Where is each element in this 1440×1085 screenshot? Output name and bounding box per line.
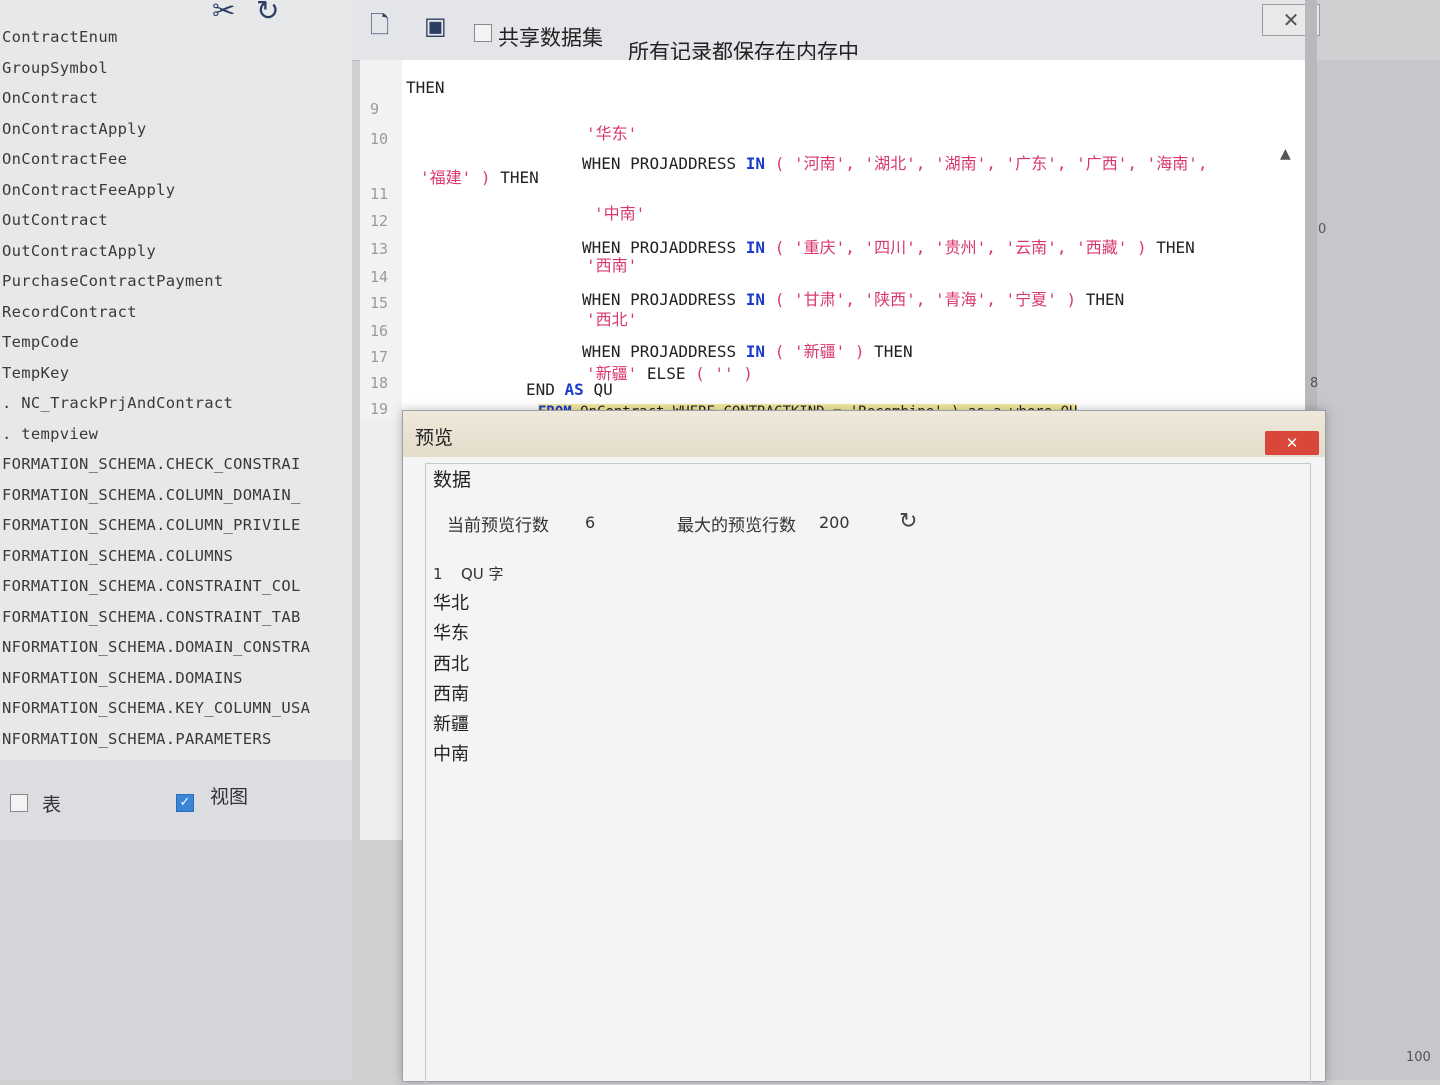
- column-name: QU 字: [461, 565, 504, 583]
- line-number: 9: [370, 100, 380, 118]
- preview-table: 1 QU 字 华北 华东 西北 西南 新疆 中南: [433, 559, 504, 771]
- dialog-close-button[interactable]: ✕: [1265, 431, 1319, 455]
- object-list-item[interactable]: NFORMATION_SCHEMA.DOMAINS: [0, 663, 310, 694]
- object-list-item[interactable]: OnContract: [0, 83, 310, 114]
- column-header[interactable]: 1 QU 字: [433, 559, 504, 589]
- object-list-item[interactable]: TempKey: [0, 358, 310, 389]
- object-list-item[interactable]: FORMATION_SCHEMA.CONSTRAINT_TAB: [0, 602, 310, 633]
- object-list-item[interactable]: . tempview: [0, 419, 310, 450]
- line-number: 11: [370, 185, 389, 203]
- line-number: 19: [370, 400, 389, 418]
- right-panel: [1312, 60, 1440, 1080]
- results-area: [360, 420, 408, 840]
- scroll-up-icon[interactable]: ▲: [1280, 146, 1291, 162]
- object-list: ContractEnum GroupSymbol OnContract OnContr…: [0, 22, 310, 754]
- page-icon[interactable]: 🗋: [370, 8, 389, 49]
- left-lower-area: [0, 840, 352, 1080]
- max-rows-label: 最大的预览行数: [677, 516, 796, 536]
- line-number: 17: [370, 348, 389, 366]
- object-list-item[interactable]: OutContract: [0, 205, 310, 236]
- table-row[interactable]: 华东: [433, 619, 504, 649]
- side-value: 100: [1406, 1050, 1431, 1065]
- code-line-xinjiang: WHEN PROJADDRESS IN ( '新疆' ) THEN: [582, 342, 913, 361]
- line-number: 15: [370, 294, 389, 312]
- current-rows-label: 当前预览行数: [447, 516, 549, 536]
- object-filter-bar: 表 ✓ 视图: [0, 760, 352, 840]
- object-list-item[interactable]: NFORMATION_SCHEMA.PARAMETERS: [0, 724, 310, 755]
- code-then: THEN: [406, 78, 445, 97]
- line-number: 12: [370, 212, 389, 230]
- line-number: 13: [370, 240, 389, 258]
- data-group-box: [425, 463, 1311, 1085]
- line-number: 14: [370, 268, 389, 286]
- object-list-item[interactable]: NFORMATION_SCHEMA.KEY_COLUMN_USA: [0, 693, 310, 724]
- code-region-xinan: '西南': [586, 256, 638, 275]
- share-dataset-checkbox[interactable]: [474, 24, 492, 42]
- side-value: 0: [1318, 222, 1327, 237]
- object-list-item[interactable]: RecordContract: [0, 297, 310, 328]
- table-row[interactable]: 西北: [433, 650, 504, 680]
- table-row[interactable]: 华北: [433, 589, 504, 619]
- line-number: 18: [370, 374, 389, 392]
- share-dataset-label: 共享数据集: [498, 26, 603, 50]
- code-line-xibei: WHEN PROJADDRESS IN ( '甘肃', '陕西', '青海', …: [582, 290, 1125, 309]
- object-list-item[interactable]: . NC_TrackPrjAndContract: [0, 388, 310, 419]
- sql-editor[interactable]: 9 10 11 12 13 14 15 16 17 18 19 THEN '华东…: [360, 60, 1305, 420]
- object-list-item[interactable]: OutContractApply: [0, 236, 310, 267]
- code-region-xibei: '西北': [586, 310, 638, 329]
- line-number: 10: [370, 130, 389, 148]
- object-list-item[interactable]: NFORMATION_SCHEMA.DOMAIN_CONSTRA: [0, 632, 310, 663]
- table-row[interactable]: 中南: [433, 740, 504, 770]
- object-list-panel: ContractEnum GroupSymbol OnContract OnContr…: [0, 0, 352, 760]
- preview-dialog: 预览 ✕ 数据 当前预览行数 6 最大的预览行数 200 ↻ 1 QU 字 华北华…: [402, 410, 1326, 1085]
- column-index: 1: [433, 565, 443, 583]
- view-filter-checkbox[interactable]: ✓: [176, 794, 194, 812]
- dialog-title: 预览: [415, 427, 454, 449]
- view-filter-label: 视图: [210, 786, 249, 808]
- code-region-zhongnan: '中南': [594, 204, 646, 223]
- table-row[interactable]: 新疆: [433, 710, 504, 740]
- code-region-huadong: '华东': [586, 124, 638, 143]
- object-list-item[interactable]: OnContractFee: [0, 144, 310, 175]
- data-heading: 数据: [433, 469, 472, 491]
- code-line-zhongnan: WHEN PROJADDRESS IN ( '河南', '湖北', '湖南', …: [582, 154, 1208, 173]
- max-rows-input[interactable]: 200: [819, 513, 850, 532]
- save-icon[interactable]: ▣: [424, 12, 447, 40]
- object-list-item[interactable]: GroupSymbol: [0, 53, 310, 84]
- table-filter-checkbox[interactable]: [10, 794, 28, 812]
- current-rows-value: 6: [585, 513, 596, 532]
- main-toolbar: ✂ ↻ 🗋 ▣ 共享数据集 所有记录都保存在内存中 ▾: [212, 0, 1312, 72]
- object-list-item[interactable]: TempCode: [0, 327, 310, 358]
- object-list-item[interactable]: FORMATION_SCHEMA.CONSTRAINT_COL: [0, 571, 310, 602]
- refresh-icon[interactable]: ↻: [256, 0, 279, 27]
- dialog-titlebar[interactable]: 预览 ✕: [403, 411, 1325, 457]
- object-list-item[interactable]: OnContractApply: [0, 114, 310, 145]
- code-line-xinan: WHEN PROJADDRESS IN ( '重庆', '四川', '贵州', …: [582, 238, 1195, 257]
- code-line-end: END AS QU: [526, 380, 613, 399]
- code-line-fujian: '福建' ) THEN: [420, 168, 539, 187]
- refresh-icon[interactable]: ↻: [899, 509, 917, 534]
- object-list-item[interactable]: OnContractFeeApply: [0, 175, 310, 206]
- line-number: 16: [370, 322, 389, 340]
- side-value: 8: [1310, 376, 1319, 391]
- object-list-item[interactable]: FORMATION_SCHEMA.COLUMNS: [0, 541, 310, 572]
- cut-icon[interactable]: ✂: [212, 0, 235, 27]
- object-list-item[interactable]: PurchaseContractPayment: [0, 266, 310, 297]
- table-filter-label: 表: [42, 794, 62, 816]
- object-list-item[interactable]: FORMATION_SCHEMA.COLUMN_DOMAIN_: [0, 480, 310, 511]
- table-row[interactable]: 西南: [433, 680, 504, 710]
- object-list-item[interactable]: FORMATION_SCHEMA.CHECK_CONSTRAI: [0, 449, 310, 480]
- object-list-item[interactable]: FORMATION_SCHEMA.COLUMN_PRIVILE: [0, 510, 310, 541]
